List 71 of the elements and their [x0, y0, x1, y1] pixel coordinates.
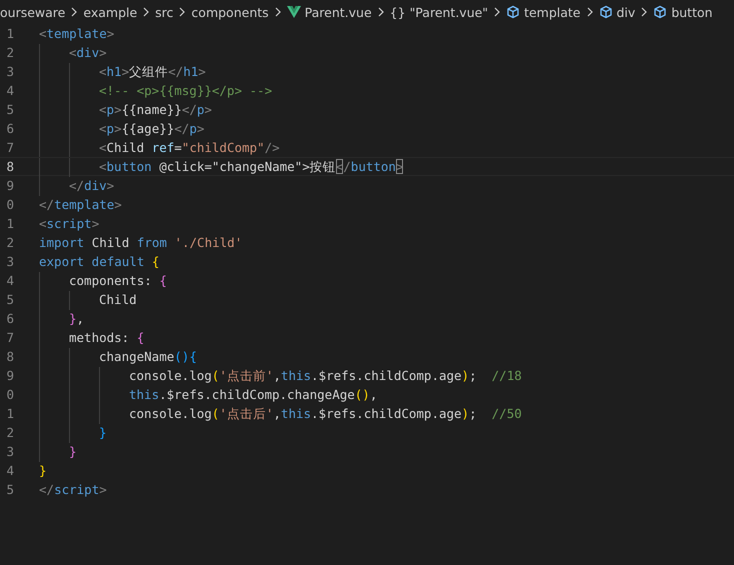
chevron-icon: [639, 7, 650, 17]
vue-logo-icon: [286, 6, 301, 18]
chevron-icon: [177, 7, 188, 17]
code-line: }: [99, 424, 107, 441]
cube-icon: [598, 5, 612, 19]
breadcrumb-item[interactable]: components: [191, 4, 269, 20]
chevron-icon: [376, 7, 386, 17]
code-line: <Child ref="childComp"/>: [99, 139, 280, 156]
code-line: <p>{{age}}</p>: [99, 120, 204, 137]
line-number: 1: [5, 216, 14, 231]
cube-icon: [653, 5, 668, 19]
line-number: 4: [5, 273, 14, 288]
breadcrumb-item[interactable]: template: [506, 4, 580, 20]
code-line: </template>: [39, 196, 122, 213]
chevron-icon: [69, 7, 80, 17]
breadcrumb-item[interactable]: example: [83, 4, 138, 20]
code-line: <template>: [39, 25, 114, 42]
breadcrumb-item[interactable]: ourseware: [0, 4, 66, 20]
code-line: <p>{{name}}</p>: [99, 101, 212, 118]
line-number: 4: [5, 463, 14, 478]
code-line: <!-- <p>{{msg}}</p> -->: [99, 82, 272, 99]
code-line: export default {: [39, 253, 160, 270]
line-number: 9: [5, 368, 14, 383]
code-line: components: {: [69, 272, 167, 289]
line-number: 2: [5, 235, 14, 250]
cube-icon: [506, 5, 520, 19]
code-line: methods: {: [69, 329, 144, 346]
braces-icon: {}: [390, 4, 406, 20]
code-line: import Child from './Child': [39, 234, 242, 251]
code-line: Child: [99, 291, 137, 308]
line-number: 5: [5, 102, 14, 117]
code-line: console.log('点击后',this.$refs.childComp.age); //50: [129, 405, 522, 422]
code-line: <h1>父组件</h1>: [99, 63, 206, 80]
code-line: </div>: [69, 177, 114, 194]
breadcrumb-item[interactable]: div: [598, 4, 636, 20]
line-number: 2: [5, 425, 14, 440]
line-number: 3: [5, 254, 14, 269]
code-line: }: [69, 443, 77, 460]
line-number: 4: [5, 83, 14, 98]
code-line: <script>: [39, 215, 100, 232]
code-line: changeName(){: [99, 348, 197, 365]
code-line: <div>: [69, 44, 107, 61]
line-number: 8: [5, 349, 14, 364]
chevron-icon: [272, 7, 283, 17]
code-line: console.log('点击前',this.$refs.childComp.age); //18: [129, 367, 522, 384]
line-number: 1: [5, 406, 14, 421]
line-number: 7: [5, 140, 14, 155]
line-number: 0: [5, 387, 14, 402]
breadcrumb-item[interactable]: {} "Parent.vue": [390, 4, 488, 20]
line-number: 1: [5, 26, 14, 41]
line-number: 5: [5, 292, 14, 307]
chevron-icon: [141, 7, 152, 17]
breadcrumb-item[interactable]: src: [155, 4, 174, 20]
line-number: 5: [5, 482, 14, 497]
line-number: 6: [5, 121, 14, 136]
code-line: this.$refs.childComp.changeAge(),: [129, 386, 378, 403]
code-line: </script>: [39, 481, 107, 498]
line-number: 2: [5, 45, 14, 60]
line-number: 3: [5, 444, 14, 459]
chevron-icon: [584, 7, 594, 17]
line-number: 3: [5, 64, 14, 79]
chevron-icon: [492, 7, 502, 17]
code-line: },: [69, 310, 84, 327]
line-number: 7: [5, 330, 14, 345]
line-number: 8: [5, 159, 14, 174]
line-number: 0: [5, 197, 14, 212]
line-number: 6: [5, 311, 14, 326]
line-number: 9: [5, 178, 14, 193]
breadcrumb-item[interactable]: button: [653, 4, 713, 20]
code-line: }: [39, 462, 47, 479]
breadcrumb-item[interactable]: Parent.vue: [286, 4, 372, 20]
